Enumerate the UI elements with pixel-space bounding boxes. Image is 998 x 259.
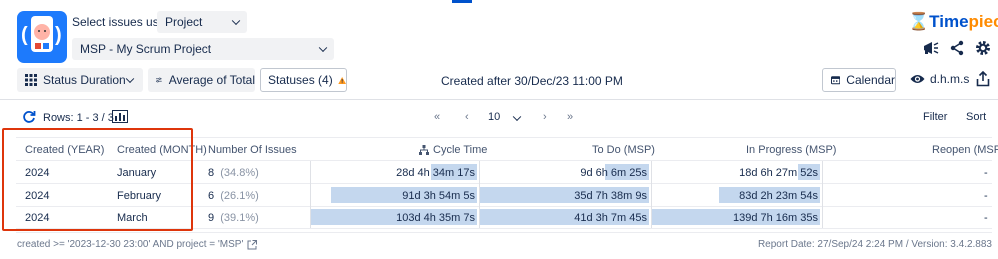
cell-cycle[interactable]: 91d 3h 54m 5s [402, 190, 475, 202]
created-filter-summary: Created after 30/Dec/23 11:00 PM [441, 74, 623, 88]
sliders-icon [156, 77, 162, 83]
warning-icon [337, 76, 346, 84]
cell-issue-count[interactable]: 8 (34.8%) [208, 167, 259, 179]
jql-text: created >= '2023-12-30 23:00' AND projec… [17, 239, 244, 250]
issue-count: 9 [208, 212, 215, 224]
refresh-icon[interactable] [22, 110, 36, 124]
average-label: Average of Total [168, 73, 255, 87]
active-tab-indicator [452, 0, 472, 3]
previous-page-button[interactable]: ‹ [465, 111, 469, 123]
cell-todo[interactable]: 35d 7h 38m 9s [574, 190, 647, 202]
cell-inprogress[interactable]: 83d 2h 23m 54s [739, 190, 818, 202]
cell-inprogress[interactable]: 139d 7h 16m 35s [733, 212, 818, 224]
cell-reopen: - [984, 167, 988, 179]
toolbar-divider [0, 99, 998, 100]
grid-icon [25, 74, 37, 86]
table-bottom-border [16, 232, 992, 233]
avatar-bracket-left: ( [21, 24, 28, 46]
chart-icon[interactable] [112, 110, 128, 123]
project-select[interactable]: MSP - My Scrum Project [72, 38, 334, 60]
status-duration-button[interactable]: Status Duration [17, 68, 143, 92]
issue-source-select[interactable]: Project [157, 11, 247, 33]
cell-cycle[interactable]: 103d 4h 35m 7s [396, 212, 475, 224]
chevron-down-icon [231, 16, 241, 26]
column-divider [822, 161, 823, 228]
hourglass-icon: ⌛ [908, 12, 930, 31]
chevron-down-icon [318, 43, 328, 53]
highlight-box [2, 128, 193, 231]
time-format-toggle[interactable]: d.h.m.s [910, 72, 969, 86]
first-page-button[interactable]: « [434, 111, 440, 123]
jql-link[interactable]: created >= '2023-12-30 23:00' AND projec… [17, 239, 258, 250]
cell-inprogress[interactable]: 18d 6h 27m 52s [739, 167, 818, 179]
cell-todo[interactable]: 41d 3h 7m 45s [574, 212, 647, 224]
time-format-label: d.h.m.s [930, 72, 970, 86]
issue-count: 6 [208, 190, 215, 202]
last-page-button[interactable]: » [567, 111, 573, 123]
cycle-time-label: Cycle Time [433, 144, 488, 156]
external-link-icon [247, 239, 258, 249]
page-size-value: 10 [488, 111, 501, 123]
issue-percent: (26.1%) [220, 190, 259, 202]
chevron-down-icon [125, 74, 135, 84]
filter-button[interactable]: Filter [923, 111, 947, 123]
eye-icon [910, 75, 925, 83]
app-avatar: ( ) [17, 11, 67, 63]
avatar-phone [31, 16, 53, 52]
share-icon[interactable] [949, 40, 965, 56]
report-info: Report Date: 27/Sep/24 2:24 PM / Version… [757, 239, 992, 250]
issue-source-value: Project [165, 15, 203, 29]
cell-todo[interactable]: 9d 6h 6m 25s [580, 167, 647, 179]
hierarchy-icon [419, 145, 429, 155]
page-size-select[interactable]: 10 [488, 111, 524, 125]
cell-cycle[interactable]: 28d 4h 34m 17s [396, 167, 475, 179]
header-in-progress[interactable]: In Progress (MSP) [746, 144, 836, 156]
issue-count: 8 [208, 167, 215, 179]
calendar-label: Calendar [846, 73, 895, 87]
chevron-down-icon [512, 112, 522, 122]
header-todo[interactable]: To Do (MSP) [592, 144, 655, 156]
logo-text-time: Time [929, 12, 969, 31]
timepiece-logo: ⌛Timepiece [908, 12, 998, 32]
avatar-block-red [35, 43, 41, 49]
next-page-button[interactable]: › [543, 111, 547, 123]
statuses-button[interactable]: Statuses (4) [260, 68, 347, 92]
avatar-face [34, 24, 50, 40]
cell-issue-count[interactable]: 9 (39.1%) [208, 212, 259, 224]
calendar-button[interactable]: Calendar [822, 68, 896, 92]
average-of-total-button[interactable]: Average of Total [148, 68, 255, 92]
logo-text-piece: piece [968, 12, 998, 31]
header-reopen[interactable]: Reopen (MSP) [932, 144, 998, 156]
project-value: MSP - My Scrum Project [80, 42, 212, 56]
export-icon[interactable] [976, 71, 990, 87]
sort-button[interactable]: Sort [966, 111, 986, 123]
cell-issue-count[interactable]: 6 (26.1%) [208, 190, 259, 202]
cell-reopen: - [984, 190, 988, 202]
issue-percent: (39.1%) [220, 212, 259, 224]
gear-icon[interactable] [975, 40, 991, 56]
header-cycle-time[interactable]: Cycle Time [419, 144, 487, 156]
issue-percent: (34.8%) [220, 167, 259, 179]
header-number-of-issues[interactable]: Number Of Issues [208, 144, 297, 156]
statuses-label: Statuses (4) [268, 73, 333, 87]
announcement-icon[interactable] [922, 40, 940, 56]
cell-reopen: - [984, 212, 988, 224]
status-duration-label: Status Duration [43, 73, 126, 87]
rows-count: Rows: 1 - 3 / 3 [43, 112, 114, 124]
avatar-bracket-right: ) [55, 24, 62, 46]
calendar-icon [831, 76, 841, 85]
avatar-block-blue [43, 43, 49, 49]
